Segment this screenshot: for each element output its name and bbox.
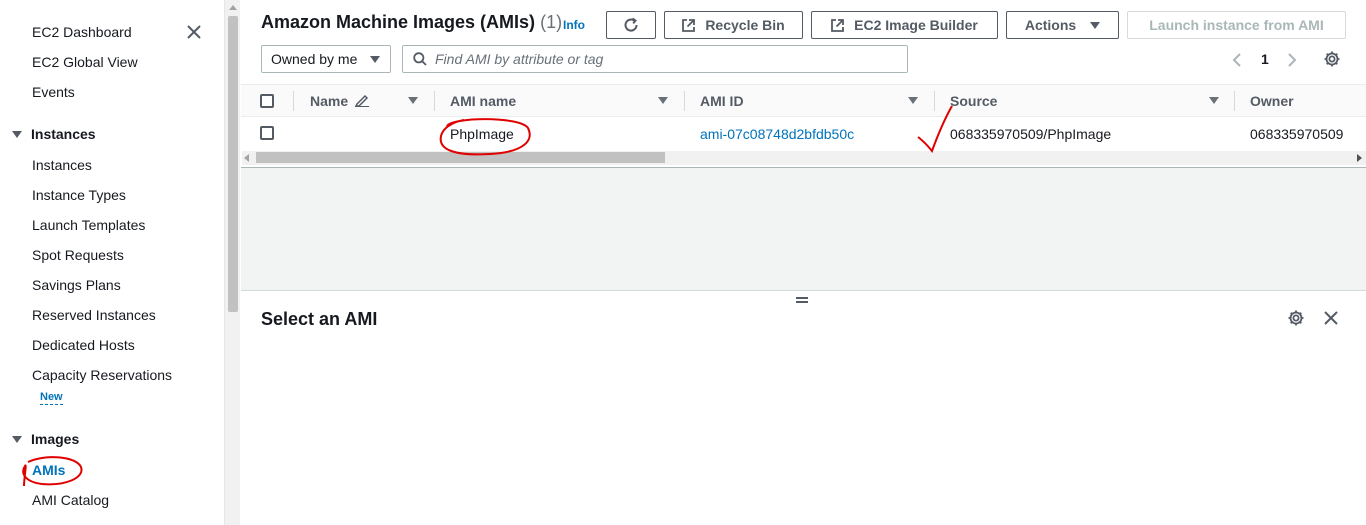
resize-handle[interactable] [796, 297, 808, 303]
previous-page-icon[interactable] [1232, 53, 1242, 67]
nav-amis[interactable]: AMIs [32, 462, 65, 478]
nav-instances[interactable]: Instances [32, 157, 92, 173]
gear-icon[interactable] [1287, 309, 1305, 327]
sort-icon[interactable] [658, 97, 668, 104]
cell-source: 068335970509/PhpImage [950, 126, 1112, 142]
sort-icon[interactable] [408, 97, 418, 104]
external-link-icon [831, 18, 845, 32]
nav-events[interactable]: Events [32, 84, 75, 100]
info-link[interactable]: Info [563, 18, 585, 32]
column-header-ami-name[interactable]: AMI name [450, 93, 516, 109]
sort-icon[interactable] [1209, 97, 1219, 104]
column-divider [434, 91, 435, 111]
current-page-number[interactable]: 1 [1261, 51, 1269, 67]
nav-spot-requests[interactable]: Spot Requests [32, 247, 124, 263]
nav-capacity-reservations[interactable]: Capacity Reservations [32, 367, 172, 383]
caret-down-icon [12, 131, 22, 138]
gear-icon[interactable] [1323, 50, 1341, 68]
column-divider [293, 91, 294, 111]
nav-ec2-global-view[interactable]: EC2 Global View [32, 54, 138, 70]
edit-pencil-icon [354, 94, 370, 107]
refresh-button[interactable] [606, 11, 656, 39]
new-badge: New [40, 391, 63, 405]
horizontal-scrollbar-thumb[interactable] [256, 152, 665, 163]
close-icon[interactable] [1323, 310, 1339, 326]
scroll-left-arrow-icon[interactable] [244, 154, 249, 162]
caret-down-icon [1090, 21, 1101, 29]
scroll-right-arrow-icon[interactable] [1357, 154, 1362, 162]
cell-owner: 068335970509 [1250, 126, 1344, 142]
split-panel-title: Select an AMI [261, 309, 378, 329]
nav-instance-types[interactable]: Instance Types [32, 187, 126, 203]
column-divider [684, 91, 685, 111]
sort-icon[interactable] [908, 97, 918, 104]
nav-dedicated-hosts[interactable]: Dedicated Hosts [32, 337, 135, 353]
search-box[interactable] [402, 45, 908, 73]
owner-filter-select[interactable]: Owned by me [261, 45, 391, 73]
row-checkbox[interactable] [260, 126, 274, 140]
search-input[interactable] [435, 51, 905, 67]
nav-savings-plans[interactable]: Savings Plans [32, 277, 121, 293]
content-background [241, 168, 1366, 290]
column-header-ami-id[interactable]: AMI ID [700, 93, 744, 109]
nav-section-images[interactable]: Images [12, 431, 79, 447]
close-icon[interactable] [184, 22, 204, 42]
split-panel: Select an AMI [241, 290, 1366, 525]
next-page-icon[interactable] [1287, 53, 1297, 67]
table-row[interactable]: PhpImage ami-07c08748d2bfdb50c 068335970… [241, 117, 1366, 150]
nav-ec2-dashboard[interactable]: EC2 Dashboard [32, 24, 132, 40]
column-divider [934, 91, 935, 111]
select-all-checkbox[interactable] [260, 94, 274, 108]
main-content: Amazon Machine Images (AMIs) (1) Info Re… [241, 0, 1366, 525]
column-header-owner[interactable]: Owner [1250, 93, 1294, 109]
ami-count: (1) [540, 12, 563, 32]
external-link-icon [682, 18, 696, 32]
refresh-icon [624, 17, 638, 32]
column-header-name[interactable]: Name [310, 93, 370, 109]
nav-reserved-instances[interactable]: Reserved Instances [32, 307, 156, 323]
ec2-image-builder-button[interactable]: EC2 Image Builder [811, 11, 998, 39]
cell-ami-id-link[interactable]: ami-07c08748d2bfdb50c [700, 126, 854, 142]
table-horizontal-scrollbar[interactable] [242, 151, 1366, 165]
nav-ami-catalog[interactable]: AMI Catalog [32, 492, 109, 508]
nav-launch-templates[interactable]: Launch Templates [32, 217, 145, 233]
table-header: Name AMI name AMI ID Source Owner [241, 84, 1366, 117]
column-divider [1234, 91, 1235, 111]
launch-instance-from-ami-button[interactable]: Launch instance from AMI [1127, 11, 1346, 39]
navigation-sidebar: EC2 Dashboard EC2 Global View Events Ins… [0, 0, 224, 525]
column-header-source[interactable]: Source [950, 93, 997, 109]
nav-section-instances[interactable]: Instances [12, 126, 96, 142]
scrollbar-thumb[interactable] [228, 16, 238, 312]
caret-down-icon [370, 56, 380, 63]
scroll-up-arrow-icon[interactable] [229, 5, 237, 10]
actions-dropdown-button[interactable]: Actions [1006, 11, 1119, 39]
cell-ami-name: PhpImage [450, 126, 514, 142]
page-title: Amazon Machine Images (AMIs) (1) [261, 12, 563, 32]
recycle-bin-button[interactable]: Recycle Bin [664, 11, 803, 39]
sidebar-scrollbar[interactable] [224, 0, 240, 525]
caret-down-icon [12, 436, 22, 443]
search-icon [413, 52, 427, 66]
